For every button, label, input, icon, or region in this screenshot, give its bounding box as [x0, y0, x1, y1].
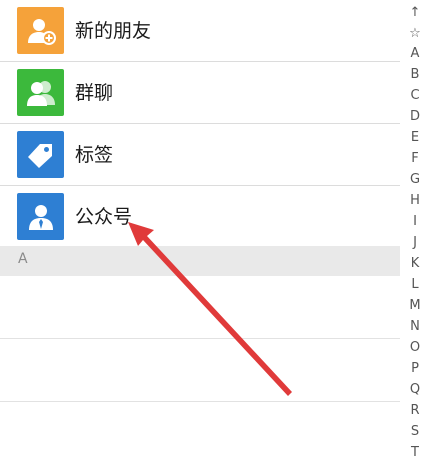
official-account-icon — [17, 193, 64, 240]
contact-row-label: 新的朋友 — [75, 20, 152, 42]
index-letter[interactable]: F — [400, 150, 430, 168]
contact-row-label: 公众号 — [75, 206, 133, 228]
index-letter[interactable]: J — [400, 234, 430, 252]
tag-icon — [17, 131, 64, 178]
contact-row-new-friends[interactable]: 新的朋友 — [0, 0, 400, 62]
contact-row-label: 群聊 — [75, 82, 114, 104]
contacts-list: 新的朋友 群聊 标签 公众号 — [0, 0, 400, 248]
contact-row-tags[interactable]: 标签 — [0, 124, 400, 186]
section-header-label: A — [18, 251, 28, 267]
index-star-icon[interactable]: ☆ — [400, 25, 430, 43]
index-letter[interactable]: K — [400, 255, 430, 273]
add-friend-icon — [17, 7, 64, 54]
index-letter[interactable]: O — [400, 339, 430, 357]
index-letter[interactable]: M — [400, 297, 430, 315]
index-letter[interactable]: G — [400, 171, 430, 189]
index-letter[interactable]: L — [400, 276, 430, 294]
index-letter[interactable]: C — [400, 87, 430, 105]
alphabet-index-bar[interactable]: ↑ ☆ A B C D E F G H I J K L M N O P Q R … — [400, 0, 430, 464]
index-letter[interactable]: A — [400, 45, 430, 63]
list-item[interactable] — [0, 402, 400, 464]
contact-row-official-accounts[interactable]: 公众号 — [0, 186, 400, 248]
section-header: A — [0, 246, 400, 276]
group-chat-icon — [17, 69, 64, 116]
index-letter[interactable]: N — [400, 318, 430, 336]
contact-row-label: 标签 — [75, 144, 114, 166]
index-letter[interactable]: Q — [400, 381, 430, 399]
index-up-arrow-icon[interactable]: ↑ — [400, 4, 430, 22]
list-item[interactable] — [0, 276, 400, 339]
index-letter[interactable]: H — [400, 192, 430, 210]
index-letter[interactable]: T — [400, 444, 430, 462]
index-letter[interactable]: D — [400, 108, 430, 126]
list-item[interactable] — [0, 339, 400, 402]
index-letter[interactable]: P — [400, 360, 430, 378]
contact-row-group-chat[interactable]: 群聊 — [0, 62, 400, 124]
index-letter[interactable]: S — [400, 423, 430, 441]
index-letter[interactable]: E — [400, 129, 430, 147]
index-letter[interactable]: R — [400, 402, 430, 420]
index-letter[interactable]: I — [400, 213, 430, 231]
index-letter[interactable]: B — [400, 66, 430, 84]
